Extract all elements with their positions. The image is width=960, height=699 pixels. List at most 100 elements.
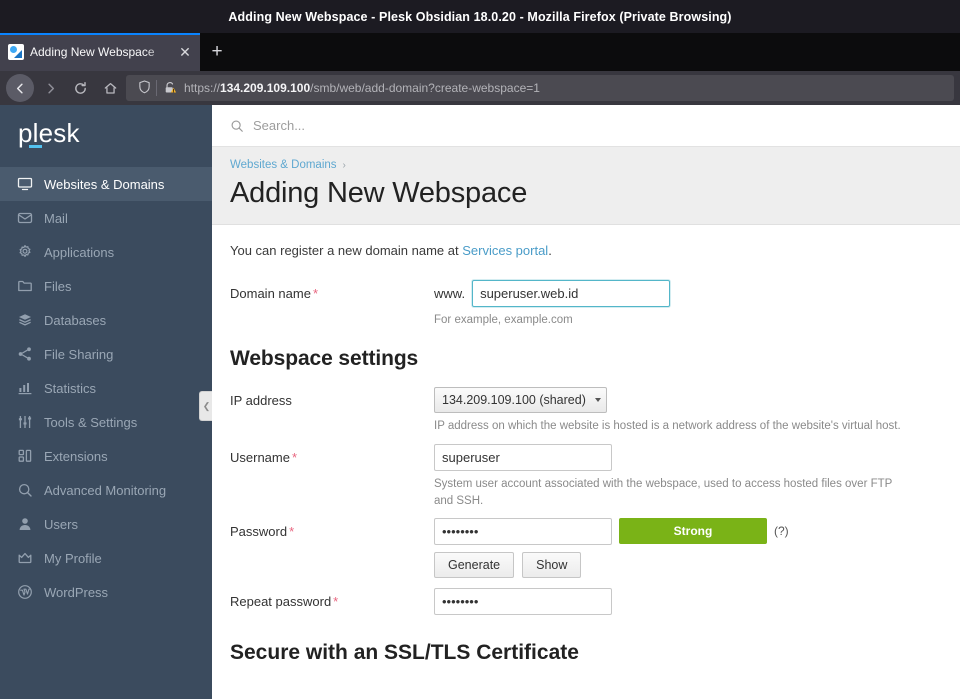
favicon-icon [8,44,24,60]
browser-tab-active[interactable]: Adding New Webspace ✕ [0,33,200,71]
sidebar-item-label: Applications [44,244,115,260]
chevron-left-icon: ❮ [202,400,211,411]
username-control: System user account associated with the … [434,444,942,509]
envelope-icon [16,210,33,227]
sidebar-item-databases[interactable]: Databases [0,303,212,337]
database-icon [16,312,33,329]
sidebar-item-label: File Sharing [44,346,114,362]
sidebar-item-applications[interactable]: Applications [0,235,212,269]
domain-name-label-text: Domain name [230,286,311,301]
forward-button[interactable] [36,74,64,102]
password-label: Password * [230,518,434,578]
field-row-username: Username* System user account associated… [230,444,942,509]
sidebar-item-label: My Profile [44,550,102,566]
sidebar-item-my-profile[interactable]: My Profile [0,541,212,575]
sidebar-item-statistics[interactable]: Statistics [0,371,212,405]
insecure-lock-warning-icon[interactable] [163,81,179,95]
url-path: /smb/web/add-domain?create-webspace=1 [310,81,540,95]
ip-address-control: 134.209.109.100 (shared) IP address on w… [434,386,942,435]
search-icon [230,119,244,133]
url-bar[interactable]: https://134.209.109.100/smb/web/add-doma… [126,75,954,101]
sidebar-collapse-toggle[interactable]: ❮ [199,391,213,421]
url-text: https://134.209.109.100/smb/web/add-doma… [184,81,540,95]
sidebar-item-label: Databases [44,312,107,328]
shield-icon[interactable] [134,79,154,97]
user-icon [16,516,33,533]
sidebar: plesk Websites & Domains Mail Applicatio… [0,105,213,699]
username-label: Username * [230,444,434,509]
sidebar-item-label: Websites & Domains [44,176,165,192]
crown-icon [16,550,33,567]
domain-name-label: Domain name * [230,280,434,329]
sidebar-item-files[interactable]: Files [0,269,212,303]
sidebar-nav: Websites & Domains Mail Applications Fil… [0,161,212,609]
intro-prefix: You can register a new domain name at [230,243,463,258]
page-header: Websites & Domains › Adding New Webspace [212,147,960,225]
search-bar [212,105,960,147]
repeat-password-input[interactable] [434,587,612,615]
password-help-link[interactable]: (?) [774,524,789,538]
sliders-icon [16,414,33,431]
sidebar-item-label: Statistics [44,380,97,396]
home-button[interactable] [96,74,124,102]
window-title: Adding New Webspace - Plesk Obsidian 18.… [228,9,732,24]
plesk-logo[interactable]: plesk [0,105,212,161]
sidebar-item-extensions[interactable]: Extensions [0,439,212,473]
breadcrumb-item-websites-domains[interactable]: Websites & Domains [230,159,337,171]
sidebar-item-advanced-monitoring[interactable]: Advanced Monitoring [0,473,212,507]
field-row-repeat-password: Repeat password * [230,587,942,615]
magnifier-icon [16,482,33,499]
show-password-button[interactable]: Show [522,551,582,578]
new-tab-button[interactable]: + [200,33,234,71]
close-icon[interactable]: ✕ [176,43,194,61]
repeat-password-label-text: Repeat password [230,593,332,609]
sidebar-item-mail[interactable]: Mail [0,201,212,235]
monitor-icon [16,176,33,193]
ip-address-select[interactable]: 134.209.109.100 (shared) [434,386,607,413]
username-input[interactable] [434,444,612,472]
sidebar-item-label: Extensions [44,448,108,464]
share-icon [16,346,33,363]
required-marker: * [312,286,318,301]
password-strength-fill: Strong [619,518,767,545]
back-button[interactable] [6,74,34,102]
bar-chart-icon [16,380,33,397]
sidebar-item-label: Users [44,516,78,532]
sidebar-item-label: Files [44,278,72,294]
field-row-domain-name: Domain name* www. For example, example.c… [230,280,942,329]
ip-address-hint: IP address on which the website is hoste… [434,419,901,432]
reload-button[interactable] [66,74,94,102]
domain-name-control: www. For example, example.com [434,280,942,329]
ip-address-label-text: IP address [230,392,292,408]
password-strength-label: Strong [673,524,713,539]
sidebar-item-wordpress[interactable]: WordPress [0,575,212,609]
generate-password-button[interactable]: Generate [434,551,515,578]
breadcrumb-separator: › [342,159,346,171]
ip-address-label: IP address [230,387,434,435]
search-input[interactable] [253,118,553,133]
intro-suffix: . [548,243,552,258]
wordpress-icon [16,584,33,601]
ssl-certificate-heading: Secure with an SSL/TLS Certificate [230,640,579,664]
sidebar-item-label: Tools & Settings [44,414,138,430]
sidebar-item-users[interactable]: Users [0,507,212,541]
services-portal-link[interactable]: Services portal [462,243,548,258]
browser-navbar: https://134.209.109.100/smb/web/add-doma… [0,71,960,105]
register-domain-note: You can register a new domain name at Se… [230,243,942,258]
field-row-password: Password* Strong (?) Generate [230,517,942,578]
repeat-password-label: Repeat password * [230,588,434,615]
url-host: 134.209.109.100 [220,81,311,95]
sidebar-item-websites-domains[interactable]: Websites & Domains [0,167,212,201]
sidebar-item-label: Advanced Monitoring [44,482,167,498]
sidebar-item-file-sharing[interactable]: File Sharing [0,337,212,371]
required-marker: * [291,450,298,466]
password-input[interactable] [434,517,612,545]
main-content: Websites & Domains › Adding New Webspace… [212,105,960,699]
domain-name-input[interactable] [472,280,671,307]
browser-tabstrip: Adding New Webspace ✕ + [0,33,960,71]
sidebar-item-tools-settings[interactable]: Tools & Settings [0,405,212,439]
required-marker: * [333,593,339,609]
folder-icon [16,278,33,295]
password-strength-meter: Strong [619,518,767,545]
webspace-settings-heading: Webspace settings [230,346,419,370]
